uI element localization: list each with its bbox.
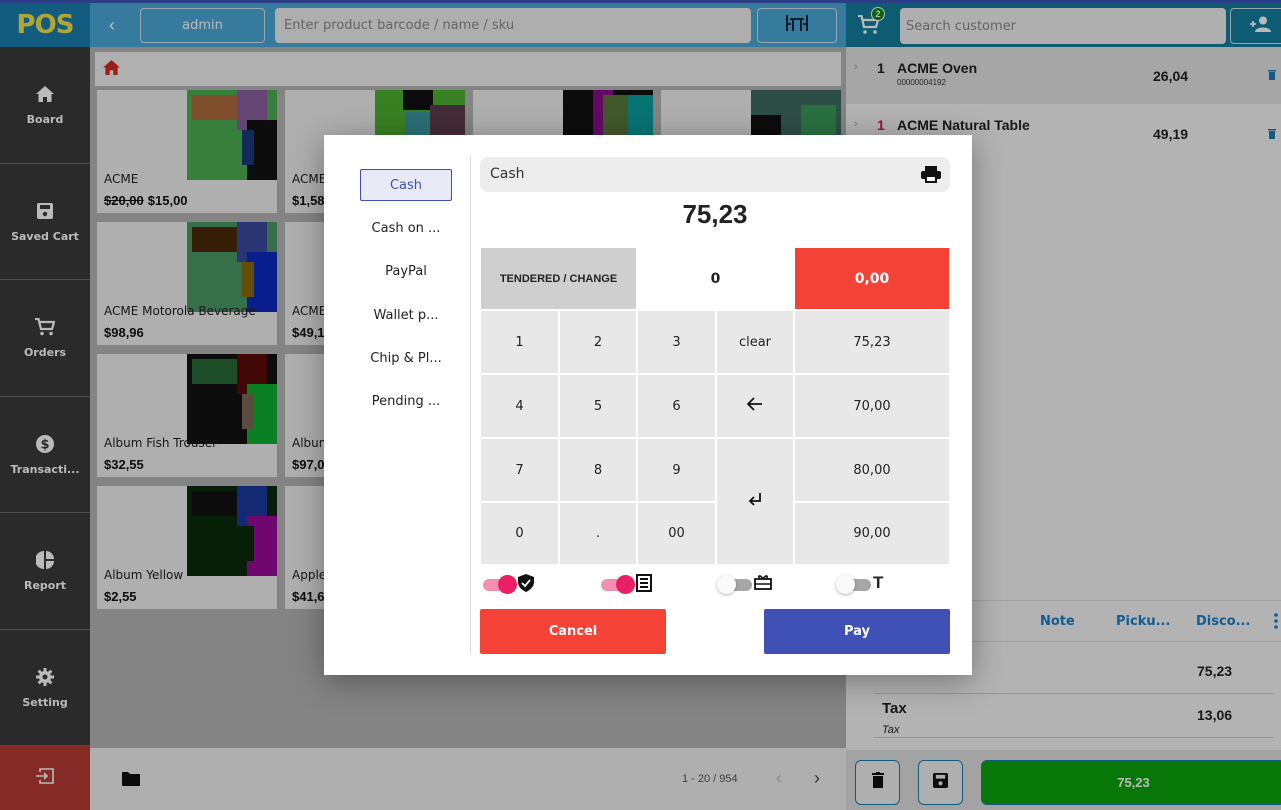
backspace-key[interactable] — [716, 374, 794, 438]
key-3[interactable]: 3 — [637, 310, 716, 374]
toggle-knob — [616, 575, 635, 594]
quick-amount-button[interactable]: 70,00 — [794, 374, 950, 438]
key-1[interactable]: 1 — [480, 310, 559, 374]
method-cash[interactable]: Cash — [360, 169, 452, 201]
toggle-text[interactable]: T — [836, 573, 899, 594]
method-cash-on-delivery[interactable]: Cash on ... — [360, 212, 452, 244]
key-7[interactable]: 7 — [480, 438, 559, 502]
toggle-knob — [498, 575, 517, 594]
quick-amount-button[interactable]: 80,00 — [794, 438, 950, 502]
toggle-knob — [836, 575, 855, 594]
method-title-bar: Cash — [480, 157, 950, 192]
key-0[interactable]: 0 — [480, 502, 559, 565]
text-icon: T — [873, 573, 884, 592]
toggle-receipt[interactable] — [601, 574, 661, 594]
key-double-zero[interactable]: 00 — [637, 502, 716, 565]
pay-button[interactable]: Pay — [764, 609, 950, 654]
receipt-icon — [636, 574, 652, 597]
method-pending[interactable]: Pending ... — [360, 385, 452, 417]
arrow-left-icon — [746, 397, 763, 415]
amount-due: 75,23 — [682, 199, 748, 229]
change-amount: 0,00 — [794, 247, 950, 310]
toggle-gift-card[interactable] — [717, 574, 780, 595]
payment-methods: Cash Cash on ... PayPal Wallet p... Chip… — [324, 157, 471, 654]
clear-key[interactable]: clear — [716, 310, 794, 374]
tendered-amount-input[interactable]: 0 — [637, 247, 794, 310]
key-4[interactable]: 4 — [480, 374, 559, 438]
quick-amount-button[interactable]: 75,23 — [794, 310, 950, 374]
toggle-knob — [717, 575, 736, 594]
key-decimal[interactable]: . — [559, 502, 637, 565]
quick-amount-button[interactable]: 90,00 — [794, 502, 950, 565]
cancel-button[interactable]: Cancel — [480, 609, 666, 654]
printer-icon[interactable] — [921, 166, 941, 188]
payment-options: T — [480, 574, 950, 594]
key-8[interactable]: 8 — [559, 438, 637, 502]
key-2[interactable]: 2 — [559, 310, 637, 374]
key-5[interactable]: 5 — [559, 374, 637, 438]
shield-check-icon — [518, 574, 534, 597]
method-wallet[interactable]: Wallet p... — [360, 299, 452, 331]
key-6[interactable]: 6 — [637, 374, 716, 438]
key-9[interactable]: 9 — [637, 438, 716, 502]
method-paypal[interactable]: PayPal — [360, 255, 452, 287]
enter-key[interactable] — [716, 438, 794, 565]
gift-card-icon — [754, 574, 772, 595]
enter-icon — [748, 492, 762, 511]
toggle-confirm[interactable] — [483, 574, 543, 594]
payment-modal: Cash Cash on ... PayPal Wallet p... Chip… — [324, 135, 972, 675]
method-chip-and-pin[interactable]: Chip & Pl... — [360, 342, 452, 374]
tendered-change-label: TENDERED / CHANGE — [480, 247, 637, 310]
method-title: Cash — [490, 166, 525, 182]
